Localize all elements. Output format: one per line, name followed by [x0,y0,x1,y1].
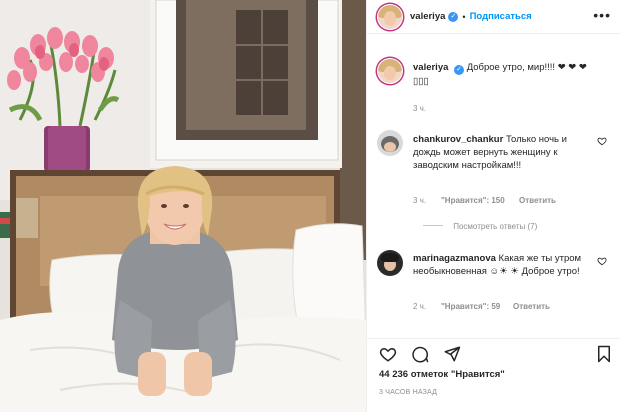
comment-item: chankurov_chankur Только ночь и дождь мо… [377,130,611,240]
more-options-icon[interactable]: ••• [593,8,611,22]
comment-body: chankurov_chankur Только ночь и дождь мо… [413,133,593,172]
verified-badge-icon: ✓ [454,65,465,75]
caption-avatar[interactable] [377,58,403,84]
comments-section[interactable]: valeriya ✓ Доброе утро, мир!!!! ❤ ❤ ❤▯▯▯… [367,48,620,338]
comment-like-heart-icon[interactable] [597,256,607,266]
caption-time[interactable]: 3 ч. [413,104,426,113]
header-separator: • [462,11,466,22]
post-time[interactable]: 3 ЧАСОВ НАЗАД [379,389,437,396]
replies-divider [423,225,443,226]
verified-badge-icon: ✓ [448,11,459,22]
caption-item: valeriya ✓ Доброе утро, мир!!!! ❤ ❤ ❤▯▯▯… [377,58,611,118]
commenter-username[interactable]: marinagazmanova [413,253,496,264]
caption-body: valeriya ✓ Доброе утро, мир!!!! ❤ ❤ ❤▯▯▯ [413,61,593,88]
photo-illustration [0,0,366,412]
author-avatar[interactable] [377,3,403,30]
post-photo[interactable] [0,0,366,412]
follow-button[interactable]: Подписаться [470,11,532,22]
comment-time[interactable]: 2 ч. [413,302,426,311]
instagram-post-view: valeriya ✓ • Подписаться ••• valeriya ✓ … [0,0,620,412]
share-icon[interactable] [443,345,461,363]
post-actions: 44 236 отметок "Нравится" 3 ЧАСОВ НАЗАД [367,338,620,412]
comment-likes-count[interactable]: "Нравится": 150 [441,196,505,205]
commenter-avatar[interactable] [377,130,403,156]
post-side-panel: valeriya ✓ • Подписаться ••• valeriya ✓ … [366,0,620,412]
author-username[interactable]: valeriya [410,11,445,22]
reply-button[interactable]: Ответить [513,302,550,311]
caption-username[interactable]: valeriya [413,62,448,73]
commenter-username[interactable]: chankurov_chankur [413,134,503,145]
comment-like-heart-icon[interactable] [597,136,607,146]
comment-time[interactable]: 3 ч. [413,196,426,205]
view-replies-button[interactable]: Посмотреть ответы (7) [423,222,537,231]
comment-body: marinagazmanova Какая же ты утром необык… [413,252,593,278]
like-heart-icon[interactable] [379,345,397,363]
view-replies-label: Посмотреть ответы (7) [453,222,538,231]
likes-count[interactable]: 44 236 отметок "Нравится" [379,369,505,380]
commenter-avatar[interactable] [377,250,403,276]
bookmark-icon[interactable] [595,345,613,363]
reply-button[interactable]: Ответить [519,196,556,205]
comment-icon[interactable] [411,345,429,363]
post-header: valeriya ✓ • Подписаться ••• [367,0,620,34]
comment-likes-count[interactable]: "Нравится": 59 [441,302,500,311]
comment-item: marinagazmanova Какая же ты утром необык… [377,250,611,330]
